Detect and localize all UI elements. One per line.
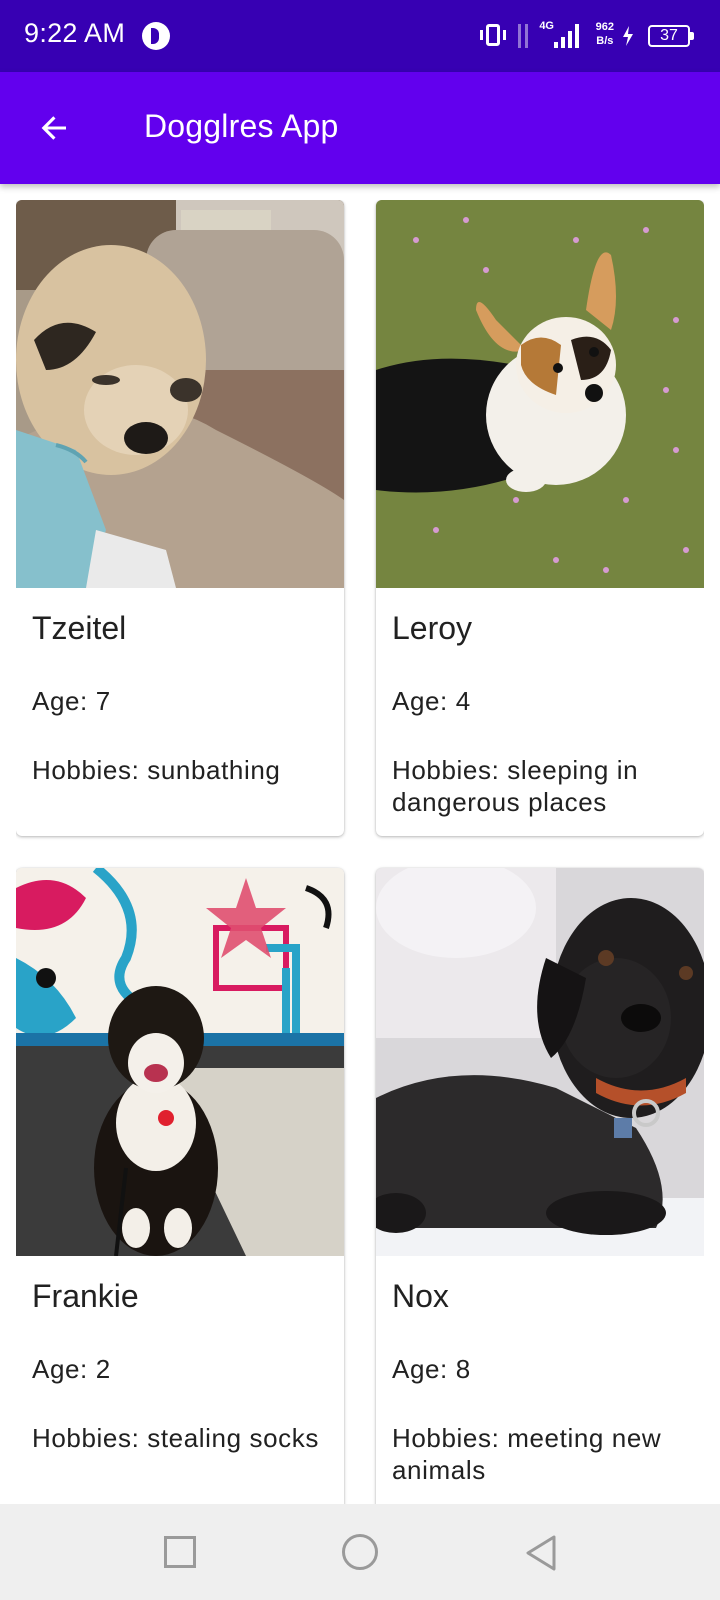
dog-photo <box>376 200 704 588</box>
dog-hobbies: Hobbies: sleeping in dangerous places <box>392 755 639 817</box>
dog-name: Leroy <box>392 610 473 646</box>
battery-icon: 37 <box>648 25 694 47</box>
network-type: 4G <box>539 20 554 32</box>
dog-photo <box>376 868 704 1256</box>
dog-photo <box>16 868 344 1256</box>
dog-card[interactable]: Frankie Age: 2 Hobbies: stealing socks <box>16 868 344 1504</box>
status-icons: 4G 962 B/s 37 <box>470 0 694 72</box>
dog-card[interactable]: Nox Age: 8 Hobbies: meeting new animals <box>376 868 704 1504</box>
app-notification-icon <box>142 22 170 50</box>
dog-photo <box>16 200 344 588</box>
arrow-back-icon <box>41 116 66 140</box>
dog-card[interactable]: Leroy Age: 4 Hobbies: sleeping in danger… <box>376 200 704 836</box>
dog-name: Nox <box>392 1278 449 1314</box>
dog-name: Frankie <box>32 1278 139 1314</box>
app-bar: Dogglres App <box>0 72 720 184</box>
status-time: 9:22 AM <box>24 18 126 48</box>
battery-level: 37 <box>660 27 678 44</box>
app-title: Dogglres App <box>144 108 339 144</box>
dog-age: Age: 8 <box>392 1354 471 1384</box>
home-icon[interactable] <box>342 1534 378 1570</box>
navigation-bar <box>0 1504 720 1600</box>
network-speed: 962 B/s <box>596 20 614 48</box>
back-icon[interactable] <box>524 1534 558 1572</box>
dog-hobbies: Hobbies: stealing socks <box>32 1423 319 1453</box>
dog-name: Tzeitel <box>32 610 127 646</box>
speed-value: 962 <box>595 21 614 33</box>
back-button[interactable] <box>26 100 82 156</box>
vibrate-icon <box>480 24 506 46</box>
dog-card[interactable]: Tzeitel Age: 7 Hobbies: sunbathing <box>16 200 344 836</box>
speed-unit: B/s <box>596 35 614 47</box>
dog-hobbies: Hobbies: meeting new animals <box>392 1423 662 1485</box>
signal-icon <box>554 24 580 48</box>
charging-bolt-icon <box>623 26 633 46</box>
dog-age: Age: 2 <box>32 1354 111 1384</box>
dog-grid[interactable]: Tzeitel Age: 7 Hobbies: sunbathing Leroy… <box>16 200 704 1504</box>
dog-age: Age: 4 <box>392 686 471 716</box>
dog-age: Age: 7 <box>32 686 111 716</box>
recent-apps-icon[interactable] <box>164 1536 196 1568</box>
data-arrows-icon <box>516 24 530 48</box>
dog-hobbies: Hobbies: sunbathing <box>32 755 281 785</box>
status-bar: 9:22 AM 4G 962 B/s 37 <box>0 0 720 72</box>
